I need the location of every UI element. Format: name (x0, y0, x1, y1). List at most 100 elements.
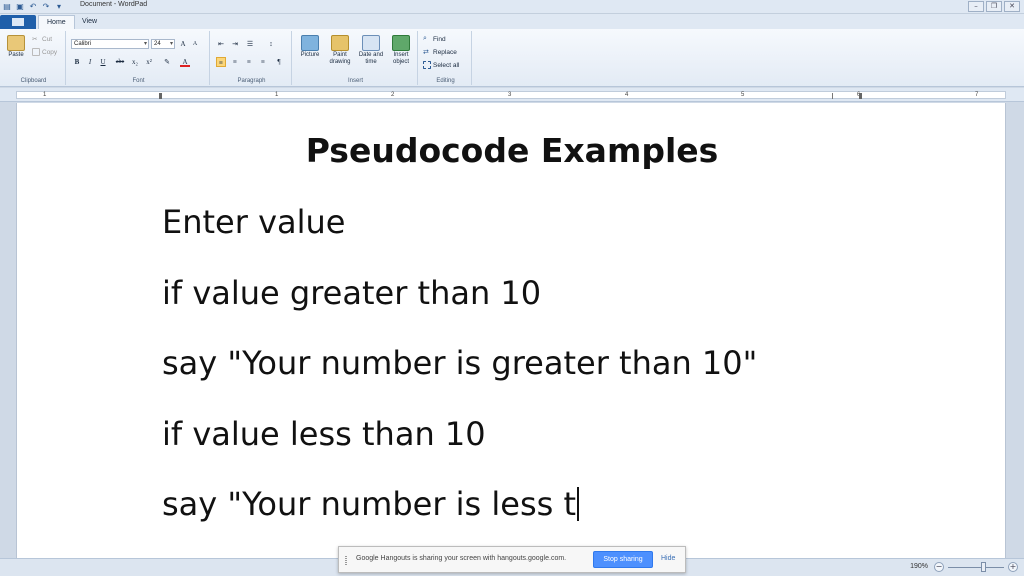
document-page[interactable]: Pseudocode Examples Enter value if value… (16, 103, 1006, 558)
replace-icon: ⇄ (423, 49, 429, 56)
increase-indent-button[interactable]: ⇥ (230, 39, 240, 49)
tab-home[interactable]: Home (38, 15, 75, 29)
grow-font-button[interactable]: A (178, 39, 188, 49)
screen-share-bar: Google Hangouts is sharing your screen w… (338, 546, 686, 573)
indent-marker[interactable] (159, 93, 162, 99)
hide-button[interactable]: Hide (661, 555, 675, 562)
insert-group-label: Insert (347, 78, 363, 84)
cut-label: Cut (42, 35, 53, 43)
paragraph-group-label: Paragraph (237, 78, 266, 84)
list-button[interactable]: ☰ (245, 39, 255, 49)
copy-label: Copy (42, 48, 58, 56)
line-spacing-button[interactable]: ↕ (266, 39, 276, 49)
share-message: Google Hangouts is sharing your screen w… (356, 555, 567, 562)
ruler-number: 1 (43, 92, 47, 98)
subscript-button[interactable]: x₂ (130, 57, 140, 67)
zoom-slider-thumb[interactable] (981, 562, 986, 572)
redo-icon[interactable]: ↷ (41, 2, 51, 12)
window-title: Document - WordPad (80, 1, 148, 8)
paint-drawing-button[interactable]: Paint drawing (325, 35, 355, 66)
object-icon (392, 35, 410, 51)
ruler-number: 1 (275, 92, 279, 98)
paste-button[interactable]: Paste (4, 35, 28, 59)
insert-group: Picture Paint drawing Date and time Inse… (294, 31, 418, 85)
paint-palette-icon (331, 35, 349, 51)
underline-button[interactable]: U (98, 57, 108, 67)
paint-drawing-label: Paint drawing (329, 52, 351, 65)
undo-icon[interactable]: ↶ (28, 2, 38, 12)
zoom-level: 190% (910, 563, 928, 570)
ruler-number: 2 (391, 92, 395, 98)
minimize-button[interactable]: – (968, 1, 984, 12)
align-center-button[interactable]: ≡ (230, 57, 240, 67)
ribbon-tabs: Home View (0, 14, 1024, 29)
maximize-button[interactable]: ❐ (986, 1, 1002, 12)
current-line-text: say "Your number is less t (162, 485, 577, 523)
editing-group: ⌕ Find ⇄ Replace Select all Editing (420, 31, 472, 85)
ruler-strip: 1 1 2 3 4 5 6 7 (16, 91, 1006, 99)
align-right-button[interactable]: ≡ (244, 57, 254, 67)
save-icon[interactable]: ▣ (15, 2, 25, 12)
paragraph-group: ⇤ ⇥ ☰ ↕ ≡ ≡ ≡ ≡ ¶ Paragraph (212, 31, 292, 85)
find-button[interactable]: ⌕ Find (423, 35, 446, 43)
insert-object-label: Insert object (392, 52, 409, 65)
ribbon: Paste ✂ Cut Copy Clipboard Calibri 24 A … (0, 29, 1024, 87)
clipboard-group-label: Clipboard (20, 78, 47, 84)
stop-sharing-button[interactable]: Stop sharing (593, 551, 653, 568)
replace-button[interactable]: ⇄ Replace (423, 48, 457, 57)
align-left-button[interactable]: ≡ (216, 57, 226, 67)
copy-button[interactable]: Copy (32, 48, 57, 56)
window-controls: – ❐ ✕ (968, 1, 1020, 12)
quick-access-toolbar: ▤ ▣ ↶ ↷ ▾ (2, 1, 64, 13)
binoculars-icon: ⌕ (423, 35, 427, 42)
clipboard-group: Paste ✂ Cut Copy Clipboard (2, 31, 66, 85)
select-all-icon (423, 61, 431, 69)
text-color-button[interactable]: A (180, 57, 190, 67)
shrink-font-button[interactable]: A (190, 39, 200, 49)
paragraph-settings-button[interactable]: ¶ (274, 57, 284, 67)
font-group: Calibri 24 A A B I U abc x₂ x² ✎ A Font (68, 31, 210, 85)
zoom-in-button[interactable]: + (1008, 562, 1018, 572)
tab-stop-marker[interactable] (832, 93, 833, 99)
ruler-number: 3 (508, 92, 512, 98)
calendar-icon (362, 35, 380, 51)
picture-button[interactable]: Picture (296, 35, 324, 59)
file-menu-button[interactable] (0, 15, 36, 29)
zoom-out-button[interactable]: − (934, 562, 944, 572)
customize-qat-icon[interactable]: ▾ (54, 2, 64, 12)
italic-button[interactable]: I (85, 57, 95, 67)
right-indent-marker[interactable] (859, 93, 862, 99)
ruler-number: 7 (975, 92, 979, 98)
paste-label: Paste (8, 52, 24, 58)
strikethrough-button[interactable]: abc (113, 57, 127, 67)
app-icon[interactable]: ▤ (2, 2, 12, 12)
cut-button[interactable]: ✂ Cut (32, 35, 53, 44)
document-area: Pseudocode Examples Enter value if value… (0, 103, 1024, 558)
zoom-slider-track[interactable] (948, 567, 1004, 568)
picture-label: Picture (300, 52, 320, 58)
ruler[interactable]: 1 1 2 3 4 5 6 7 (0, 88, 1024, 102)
select-all-label: Select all (433, 61, 460, 69)
picture-icon (301, 35, 319, 51)
document-line: if value less than 10 (162, 415, 486, 453)
close-button[interactable]: ✕ (1004, 1, 1020, 12)
select-all-button[interactable]: Select all (423, 61, 459, 69)
insert-object-button[interactable]: Insert object (387, 35, 415, 66)
find-label: Find (433, 35, 446, 43)
replace-label: Replace (433, 48, 457, 56)
highlight-color-button[interactable]: ✎ (162, 57, 172, 67)
decrease-indent-button[interactable]: ⇤ (216, 39, 226, 49)
clipboard-icon (7, 35, 25, 51)
date-time-button[interactable]: Date and time (356, 35, 386, 66)
tab-view[interactable]: View (74, 15, 105, 29)
justify-button[interactable]: ≡ (258, 57, 268, 67)
document-line: Enter value (162, 203, 346, 241)
ruler-number: 5 (741, 92, 745, 98)
font-size-select[interactable]: 24 (151, 39, 175, 49)
document-line: say "Your number is greater than 10" (162, 344, 758, 382)
bold-button[interactable]: B (72, 57, 82, 67)
drag-handle[interactable] (345, 556, 347, 565)
superscript-button[interactable]: x² (144, 57, 154, 67)
font-family-select[interactable]: Calibri (71, 39, 149, 49)
font-group-label: Font (132, 78, 145, 84)
